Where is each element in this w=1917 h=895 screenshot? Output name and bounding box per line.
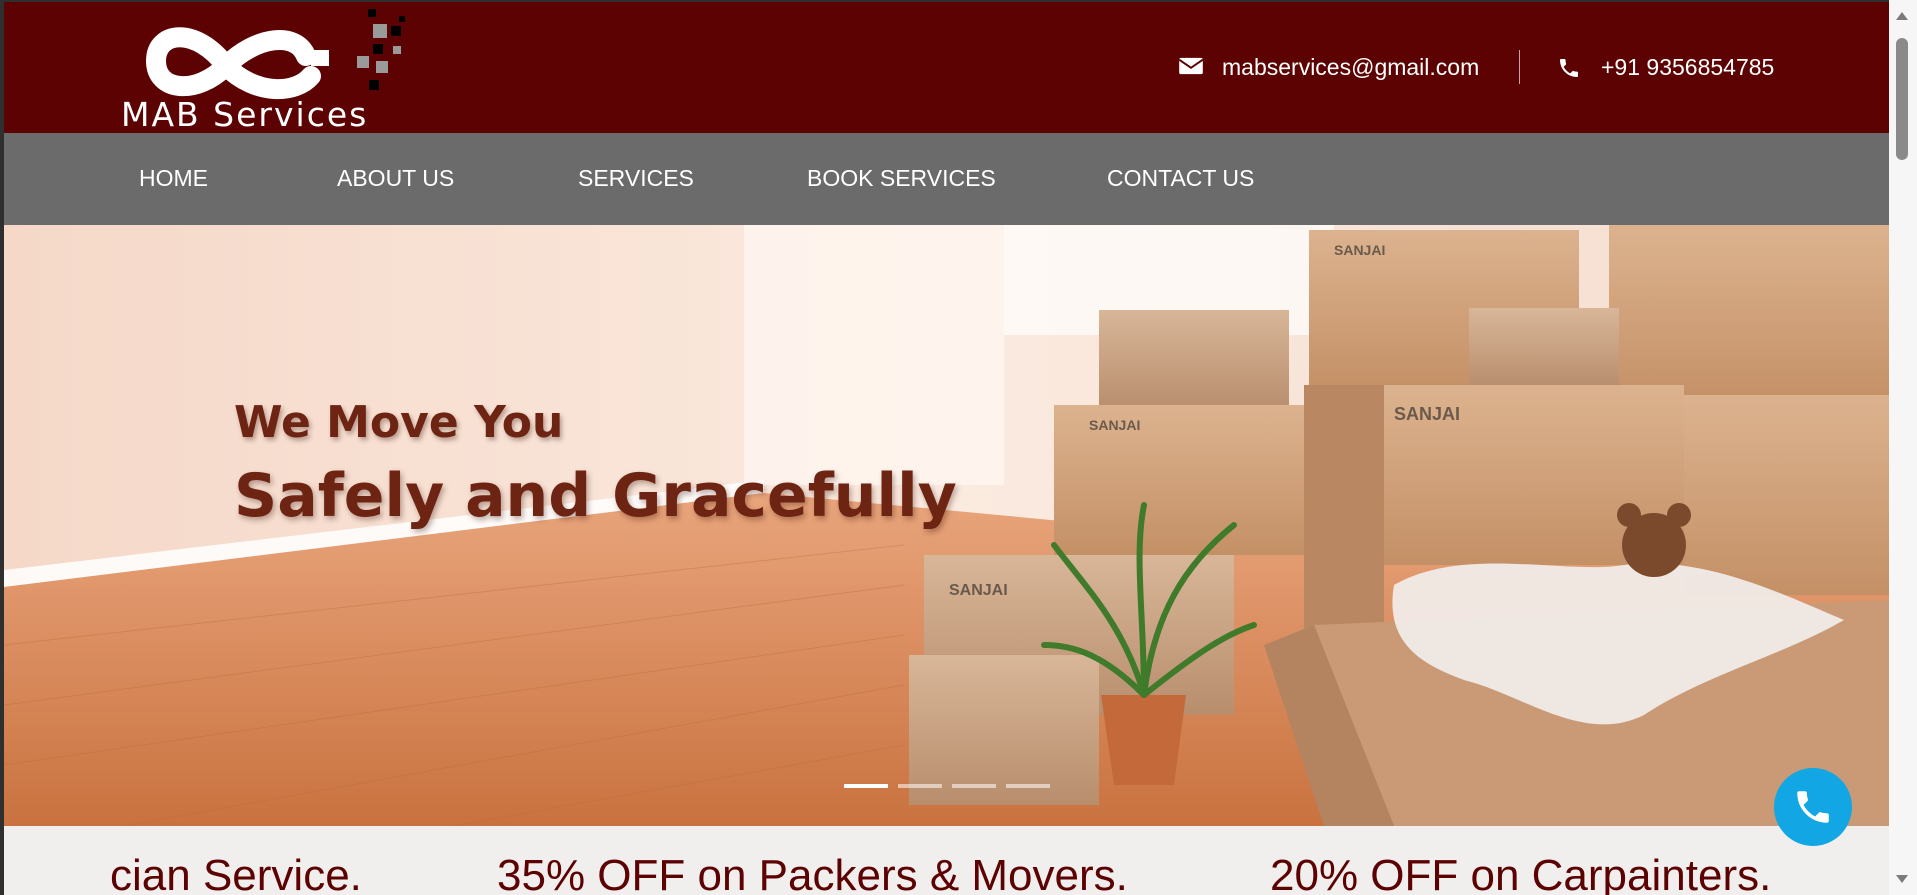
scroll-up-arrow[interactable] xyxy=(1896,12,1908,20)
page: MAB Services mabservices@gmail.com +91 9… xyxy=(4,2,1889,895)
nav-item-services[interactable]: SERVICES xyxy=(578,167,694,190)
nav-item-about-us[interactable]: ABOUT US xyxy=(337,167,454,190)
hero-subheadline: Safely and Gracefully xyxy=(234,461,957,531)
ticker-item: 20% OFF on Carpainters. xyxy=(1270,851,1772,895)
contact-divider xyxy=(1519,50,1520,84)
offer-ticker: cian Service. 35% OFF on Packers & Mover… xyxy=(4,826,1889,895)
email-contact[interactable]: mabservices@gmail.com xyxy=(1178,54,1479,81)
phone-icon xyxy=(1797,791,1829,823)
nav-item-contact-us[interactable]: CONTACT US xyxy=(1107,167,1254,190)
hero-slider[interactable]: SANJAI SANJAI SANJAI SANJAI We Move You … xyxy=(4,225,1889,826)
slider-dot-4[interactable] xyxy=(1006,784,1050,788)
slider-indicators xyxy=(844,784,1050,788)
scroll-down-arrow[interactable] xyxy=(1896,875,1908,883)
hero-headline: We Move You xyxy=(234,397,564,448)
phone-icon xyxy=(1557,56,1585,80)
box-brand-label: SANJAI xyxy=(1394,404,1460,424)
nav-item-home[interactable]: HOME xyxy=(139,167,208,190)
box-brand-label: SANJAI xyxy=(1334,242,1385,258)
floating-call-button[interactable] xyxy=(1774,768,1852,846)
box-brand-label: SANJAI xyxy=(949,582,1008,599)
slider-dot-1[interactable] xyxy=(844,784,888,788)
phone-text[interactable]: +91 9356854785 xyxy=(1601,54,1774,81)
top-bar: MAB Services mabservices@gmail.com +91 9… xyxy=(4,2,1889,133)
nav-item-book-services[interactable]: BOOK SERVICES xyxy=(807,167,996,190)
slider-dot-3[interactable] xyxy=(952,784,996,788)
logo-text: MAB Services xyxy=(121,95,369,134)
envelope-icon xyxy=(1178,56,1206,80)
slider-dot-2[interactable] xyxy=(898,784,942,788)
ticker-item: 35% OFF on Packers & Movers. xyxy=(497,851,1128,895)
main-nav: HOME ABOUT US SERVICES BOOK SERVICES CON… xyxy=(4,133,1889,225)
email-text[interactable]: mabservices@gmail.com xyxy=(1222,54,1479,81)
phone-contact[interactable]: +91 9356854785 xyxy=(1557,54,1774,81)
box-brand-label: SANJAI xyxy=(1089,417,1140,433)
ticker-item: cian Service. xyxy=(110,851,362,895)
scrollbar-thumb[interactable] xyxy=(1896,38,1908,160)
